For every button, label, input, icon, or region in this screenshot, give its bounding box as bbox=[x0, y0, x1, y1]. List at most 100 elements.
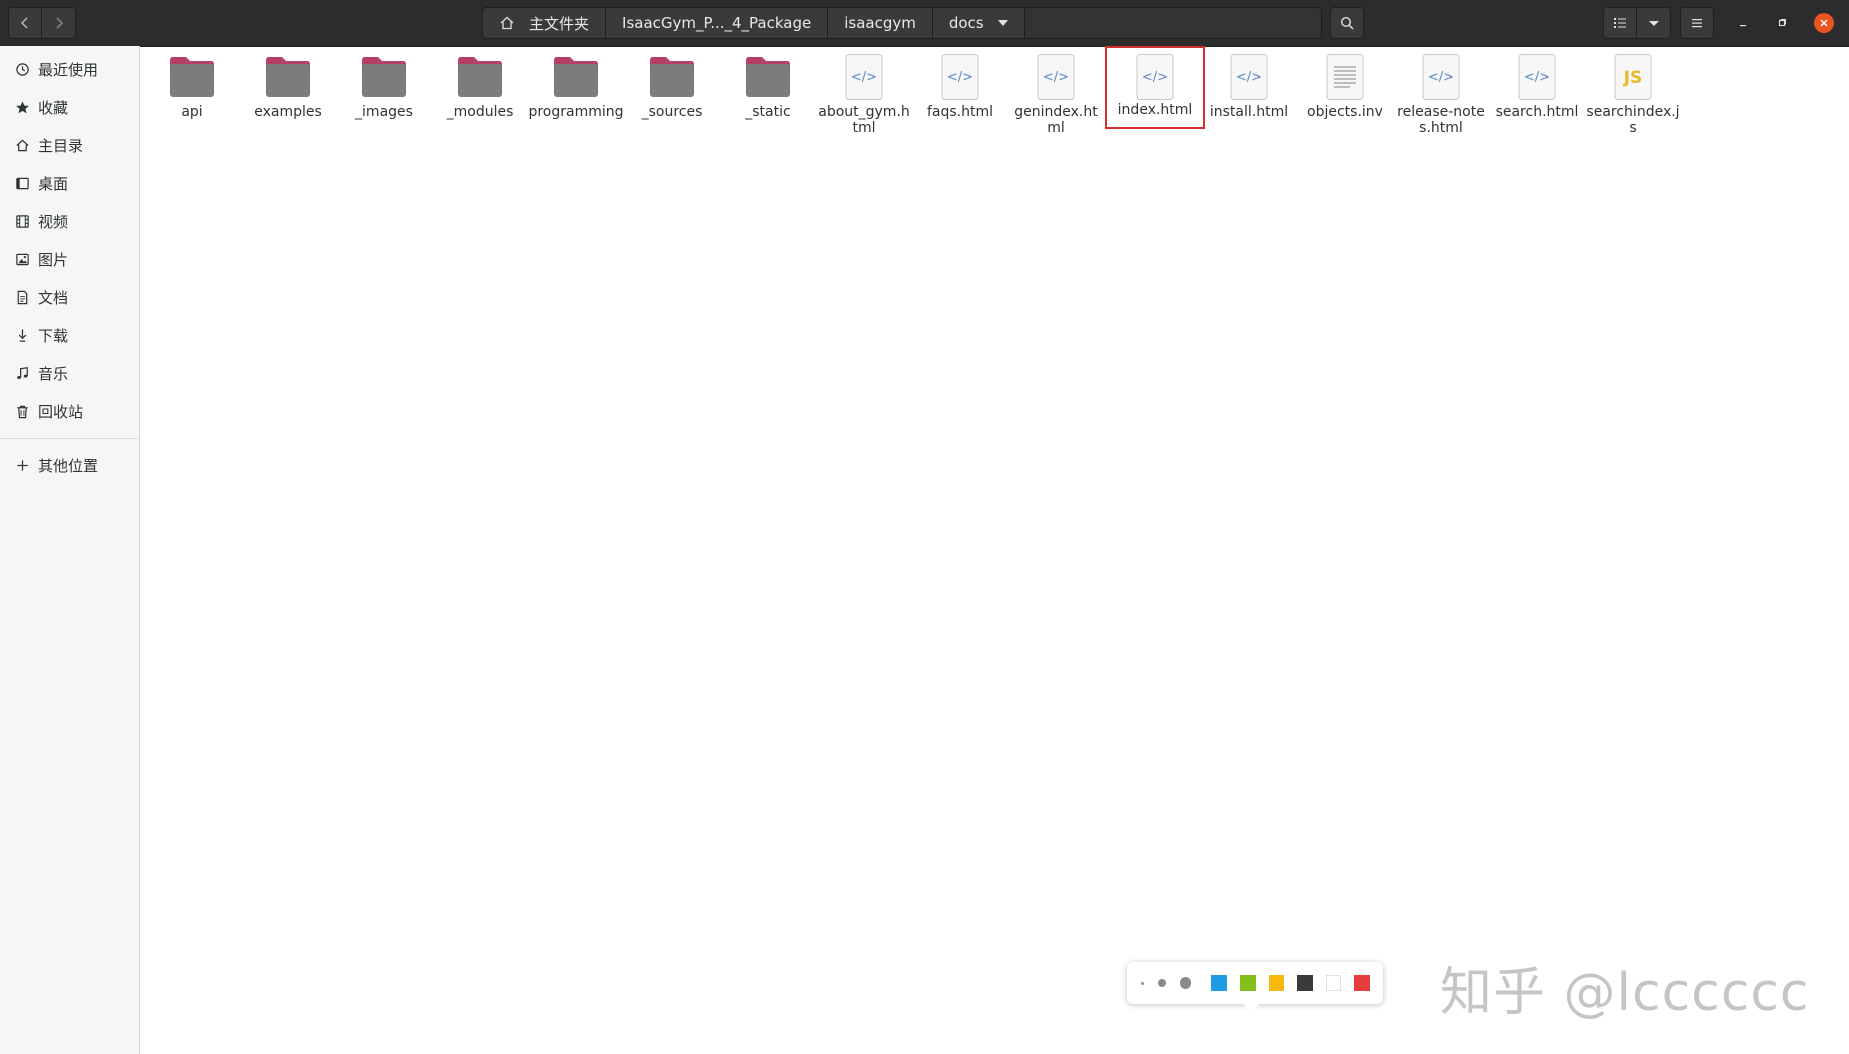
sidebar-item-label: 桌面 bbox=[38, 174, 69, 193]
sidebar-item-pictures[interactable]: 图片 bbox=[0, 242, 139, 276]
chevron-down-icon[interactable] bbox=[997, 20, 1008, 26]
text-file-icon bbox=[1320, 52, 1370, 102]
file-item-faqs[interactable]: </> faqs.html bbox=[912, 52, 1008, 138]
folder-icon bbox=[455, 52, 505, 102]
color-swatch-red[interactable] bbox=[1354, 975, 1371, 991]
file-item-examples[interactable]: examples bbox=[240, 52, 336, 138]
file-item-search[interactable]: </> search.html bbox=[1489, 52, 1585, 138]
minimize-icon bbox=[1740, 25, 1746, 27]
sidebar-item-downloads[interactable]: 下载 bbox=[0, 318, 139, 352]
header-bar: 主文件夹 IsaacGym_P..._4_Package isaacgym do… bbox=[0, 0, 1849, 47]
hamburger-menu-icon bbox=[1692, 19, 1702, 28]
color-swatch-blue[interactable] bbox=[1211, 975, 1227, 991]
svg-text:</>: </> bbox=[1236, 70, 1262, 85]
path-bar: 主文件夹 IsaacGym_P..._4_Package isaacgym do… bbox=[482, 7, 1322, 39]
file-name: examples bbox=[254, 104, 322, 120]
plus-icon bbox=[14, 457, 30, 473]
file-item-api[interactable]: api bbox=[144, 52, 240, 138]
forward-button[interactable] bbox=[42, 7, 76, 39]
breadcrumb-label: docs bbox=[948, 14, 984, 32]
folder-icon bbox=[263, 52, 313, 102]
file-item-objects-inv[interactable]: objects.inv bbox=[1297, 52, 1393, 138]
chevron-left-icon bbox=[21, 17, 28, 29]
svg-text:</>: </> bbox=[1043, 70, 1069, 85]
file-item-programming[interactable]: programming bbox=[528, 52, 624, 138]
sidebar-item-music[interactable]: 音乐 bbox=[0, 356, 139, 390]
svg-text:</>: </> bbox=[1142, 70, 1168, 85]
close-button[interactable] bbox=[1814, 13, 1834, 33]
file-grid: api examples _images _modules programmin… bbox=[140, 46, 1849, 1054]
breadcrumb-label: isaacgym bbox=[844, 14, 916, 32]
chevron-down-icon bbox=[1648, 21, 1659, 26]
breadcrumb-package[interactable]: IsaacGym_P..._4_Package bbox=[606, 8, 829, 38]
sidebar-item-documents[interactable]: 文档 bbox=[0, 280, 139, 314]
sidebar-item-desktop[interactable]: 桌面 bbox=[0, 166, 139, 200]
brush-size-medium[interactable] bbox=[1157, 979, 1166, 987]
sidebar-item-videos[interactable]: 视频 bbox=[0, 204, 139, 238]
search-icon bbox=[1340, 16, 1354, 30]
file-item-sources[interactable]: _sources bbox=[624, 52, 720, 138]
file-item-about-gym[interactable]: </> about_gym.html bbox=[816, 52, 912, 138]
file-item-searchindex-js[interactable]: JS searchindex.js bbox=[1585, 52, 1681, 138]
file-item-static[interactable]: _static bbox=[720, 52, 816, 138]
html-file-icon: </> bbox=[1512, 52, 1562, 102]
popover-arrow bbox=[1243, 1004, 1259, 1012]
sidebar: 最近使用 收藏 主目录 桌面 视频 图片 文档 下载 音乐 回收站 其他位置 bbox=[0, 46, 140, 1054]
file-item-install[interactable]: </> install.html bbox=[1201, 52, 1297, 138]
restore-icon bbox=[1778, 19, 1786, 27]
color-swatch-green[interactable] bbox=[1240, 975, 1256, 991]
brush-size-large[interactable] bbox=[1179, 977, 1192, 989]
list-view-button[interactable] bbox=[1603, 7, 1637, 39]
sidebar-item-label: 收藏 bbox=[38, 98, 69, 117]
file-item-index-selected[interactable]: </> index.html bbox=[1105, 46, 1205, 129]
brush-size-small[interactable] bbox=[1141, 981, 1144, 985]
html-file-icon: </> bbox=[1031, 52, 1081, 102]
js-badge: JS bbox=[1623, 68, 1643, 88]
color-swatch-white[interactable] bbox=[1325, 975, 1342, 991]
file-item-genindex[interactable]: </> genindex.html bbox=[1008, 52, 1104, 138]
file-item-images[interactable]: _images bbox=[336, 52, 432, 138]
breadcrumb-label: IsaacGym_P..._4_Package bbox=[622, 14, 812, 32]
file-item-release-notes[interactable]: </> release-notes.html bbox=[1393, 52, 1489, 138]
search-button[interactable] bbox=[1330, 7, 1364, 39]
html-file-icon: </> bbox=[839, 52, 889, 102]
color-swatch-yellow[interactable] bbox=[1268, 975, 1285, 991]
home-icon bbox=[499, 15, 515, 31]
breadcrumb-home[interactable]: 主文件夹 bbox=[483, 8, 607, 38]
minimize-button[interactable] bbox=[1733, 13, 1753, 33]
svg-text:</>: </> bbox=[1524, 70, 1550, 85]
download-icon bbox=[14, 327, 30, 343]
back-button[interactable] bbox=[8, 7, 42, 39]
sidebar-item-recent[interactable]: 最近使用 bbox=[0, 52, 139, 86]
html-file-icon: </> bbox=[935, 52, 985, 102]
sidebar-item-label: 视频 bbox=[38, 212, 69, 231]
sidebar-item-starred[interactable]: 收藏 bbox=[0, 90, 139, 124]
view-options-button[interactable] bbox=[1637, 7, 1671, 39]
menu-button[interactable] bbox=[1680, 7, 1714, 39]
sidebar-divider bbox=[0, 438, 139, 439]
color-swatch-dark-gray[interactable] bbox=[1297, 975, 1313, 991]
folder-icon bbox=[551, 52, 601, 102]
chevron-right-icon bbox=[56, 17, 63, 29]
folder-icon bbox=[167, 52, 217, 102]
sidebar-item-other-locations[interactable]: 其他位置 bbox=[0, 448, 139, 482]
sidebar-item-home[interactable]: 主目录 bbox=[0, 128, 139, 162]
music-icon bbox=[14, 365, 30, 381]
breadcrumb-isaacgym[interactable]: isaacgym bbox=[828, 8, 933, 38]
sidebar-item-label: 主目录 bbox=[38, 136, 84, 155]
html-file-icon: </> bbox=[1130, 52, 1180, 102]
js-file-icon: JS bbox=[1608, 52, 1658, 102]
video-icon bbox=[14, 213, 30, 229]
breadcrumb-docs[interactable]: docs bbox=[932, 8, 1025, 38]
document-icon bbox=[14, 289, 30, 305]
navigation-buttons bbox=[8, 7, 76, 39]
picture-icon bbox=[14, 251, 30, 267]
restore-button[interactable] bbox=[1772, 13, 1792, 33]
clock-icon bbox=[14, 61, 30, 77]
watermark: 知乎 @lcccccc bbox=[1440, 963, 1810, 1023]
sidebar-item-trash[interactable]: 回收站 bbox=[0, 394, 139, 428]
file-name: _modules bbox=[446, 104, 514, 120]
file-name: objects.inv bbox=[1307, 104, 1383, 120]
file-item-modules[interactable]: _modules bbox=[432, 52, 528, 138]
sidebar-item-label: 最近使用 bbox=[38, 60, 99, 79]
